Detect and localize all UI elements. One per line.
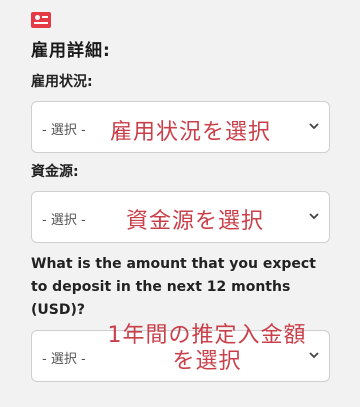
deposit-amount-annotation-line1: 1年間の推定入金額 [107,323,307,348]
deposit-amount-annotation: 1年間の推定入金額 を選択 [92,323,322,375]
deposit-amount-question: What is the amount that you expect to de… [31,256,316,318]
id-card-icon [31,12,51,28]
employment-status-select[interactable]: - 選択 - 雇用状況を選択 [31,101,330,153]
employment-status-placeholder: - 選択 - [42,123,86,138]
source-of-funds-placeholder: - 選択 - [42,213,86,228]
chevron-down-icon [309,213,319,220]
deposit-amount-placeholder: - 選択 - [42,352,86,367]
source-of-funds-select[interactable]: - 選択 - 資金源を選択 [31,191,330,243]
chevron-down-icon [309,123,319,130]
source-of-funds-annotation: 資金源を選択 [126,209,265,234]
source-of-funds-label: 資金源: [31,164,79,180]
deposit-amount-annotation-line2: を選択 [172,349,242,374]
employment-status-label: 雇用状況: [31,74,93,90]
employment-details-form: 雇用詳細: 雇用状況: - 選択 - 雇用状況を選択 資金源: - 選択 - 資… [0,0,360,407]
employment-status-annotation: 雇用状況を選択 [110,120,272,145]
section-title: 雇用詳細: [31,41,111,61]
